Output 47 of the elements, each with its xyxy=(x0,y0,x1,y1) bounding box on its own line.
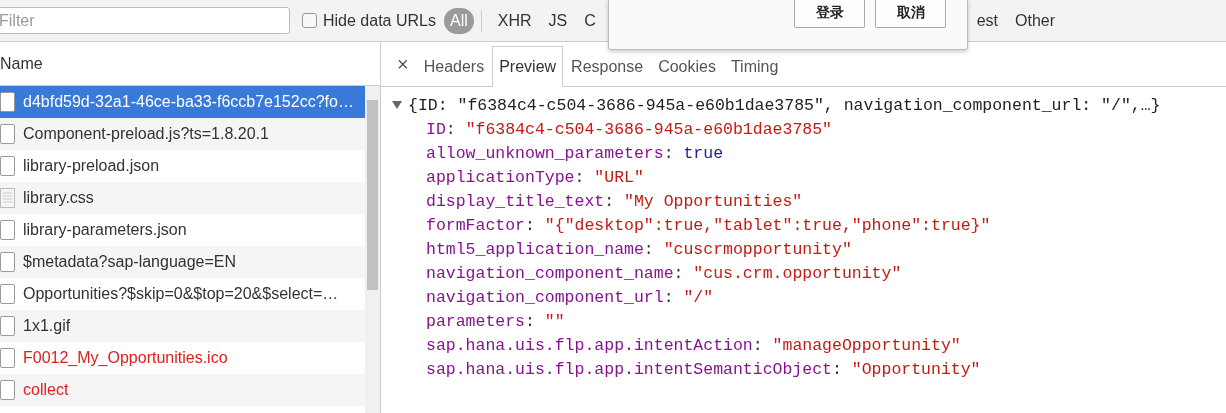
file-icon xyxy=(0,380,15,400)
json-property: ID: "f6384c4-c504-3686-945a-e60b1dae3785" xyxy=(425,118,833,141)
dialog-button[interactable]: 取消 xyxy=(875,0,946,28)
hide-data-urls-checkbox[interactable] xyxy=(302,13,317,28)
request-row[interactable]: Opportunities?$skip=0&$top=20&$select=… xyxy=(0,278,365,310)
json-property: html5_application_name: "cuscrmopportunity" xyxy=(425,238,853,261)
json-property: applicationType: "URL" xyxy=(425,166,645,189)
type-filter[interactable]: C xyxy=(578,7,602,34)
json-property: parameters: "" xyxy=(425,310,566,333)
request-row[interactable]: F0012_My_Opportunities.ico xyxy=(0,342,365,374)
json-property: navigation_component_url: "/" xyxy=(425,286,715,309)
request-row[interactable]: collect xyxy=(0,374,365,406)
json-property: allow_unknown_parameters: true xyxy=(425,142,725,165)
request-row[interactable]: Component-preload.js?ts=1.8.20.1 xyxy=(0,118,365,150)
tab[interactable]: Headers xyxy=(416,46,492,86)
scrollbar[interactable] xyxy=(365,86,380,413)
expand-triangle-icon[interactable] xyxy=(392,100,402,110)
request-row[interactable]: library-preload.json xyxy=(0,150,365,182)
type-filter[interactable]: est xyxy=(970,7,1004,34)
hide-data-urls-label: Hide data URLs xyxy=(323,11,436,30)
dialog-button[interactable]: 登录 xyxy=(794,0,865,28)
column-header[interactable]: Name xyxy=(0,54,43,73)
object-summary: {ID: "f6384c4-c504-3686-945a-e60b1dae3785", navigation_component_url: "/",…} xyxy=(408,95,1161,115)
type-filter[interactable]: XHR xyxy=(491,7,538,34)
request-row[interactable]: library.css xyxy=(0,182,365,214)
file-icon xyxy=(0,124,15,144)
json-property: sap.hana.uis.flp.app.intentAction: "manageOpportunity" xyxy=(425,334,962,357)
tab[interactable]: Timing xyxy=(723,46,786,86)
request-row[interactable]: d4bfd59d-32a1-46ce-ba33-f6ccb7e152cc?fo… xyxy=(0,86,365,118)
json-property: sap.hana.uis.flp.app.intentSemanticObject: "Opportunity" xyxy=(425,358,982,381)
close-button[interactable]: × xyxy=(389,53,417,86)
stylesheet-file-icon xyxy=(0,188,15,208)
request-row[interactable]: 1x1.gif xyxy=(0,310,365,342)
request-row[interactable]: library-parameters.json xyxy=(0,214,365,246)
tab[interactable]: Response xyxy=(564,46,651,86)
tab[interactable]: Cookies xyxy=(651,46,723,86)
file-icon xyxy=(0,252,15,272)
type-filter[interactable]: Other xyxy=(1009,7,1061,34)
json-property: display_title_text: "My Opportunities" xyxy=(425,190,804,213)
type-filter[interactable]: JS xyxy=(542,7,574,34)
json-property: navigation_component_name: "cus.crm.opportunity" xyxy=(425,262,903,285)
file-icon xyxy=(0,92,15,112)
request-row[interactable]: $metadata?sap-language=EN xyxy=(0,246,365,278)
json-property: formFactor: "{"desktop":true,"tablet":true,"phone":true}" xyxy=(425,214,992,237)
tab[interactable]: Preview xyxy=(492,46,564,87)
filter-field[interactable]: Filter xyxy=(0,7,290,34)
file-icon xyxy=(0,316,15,336)
